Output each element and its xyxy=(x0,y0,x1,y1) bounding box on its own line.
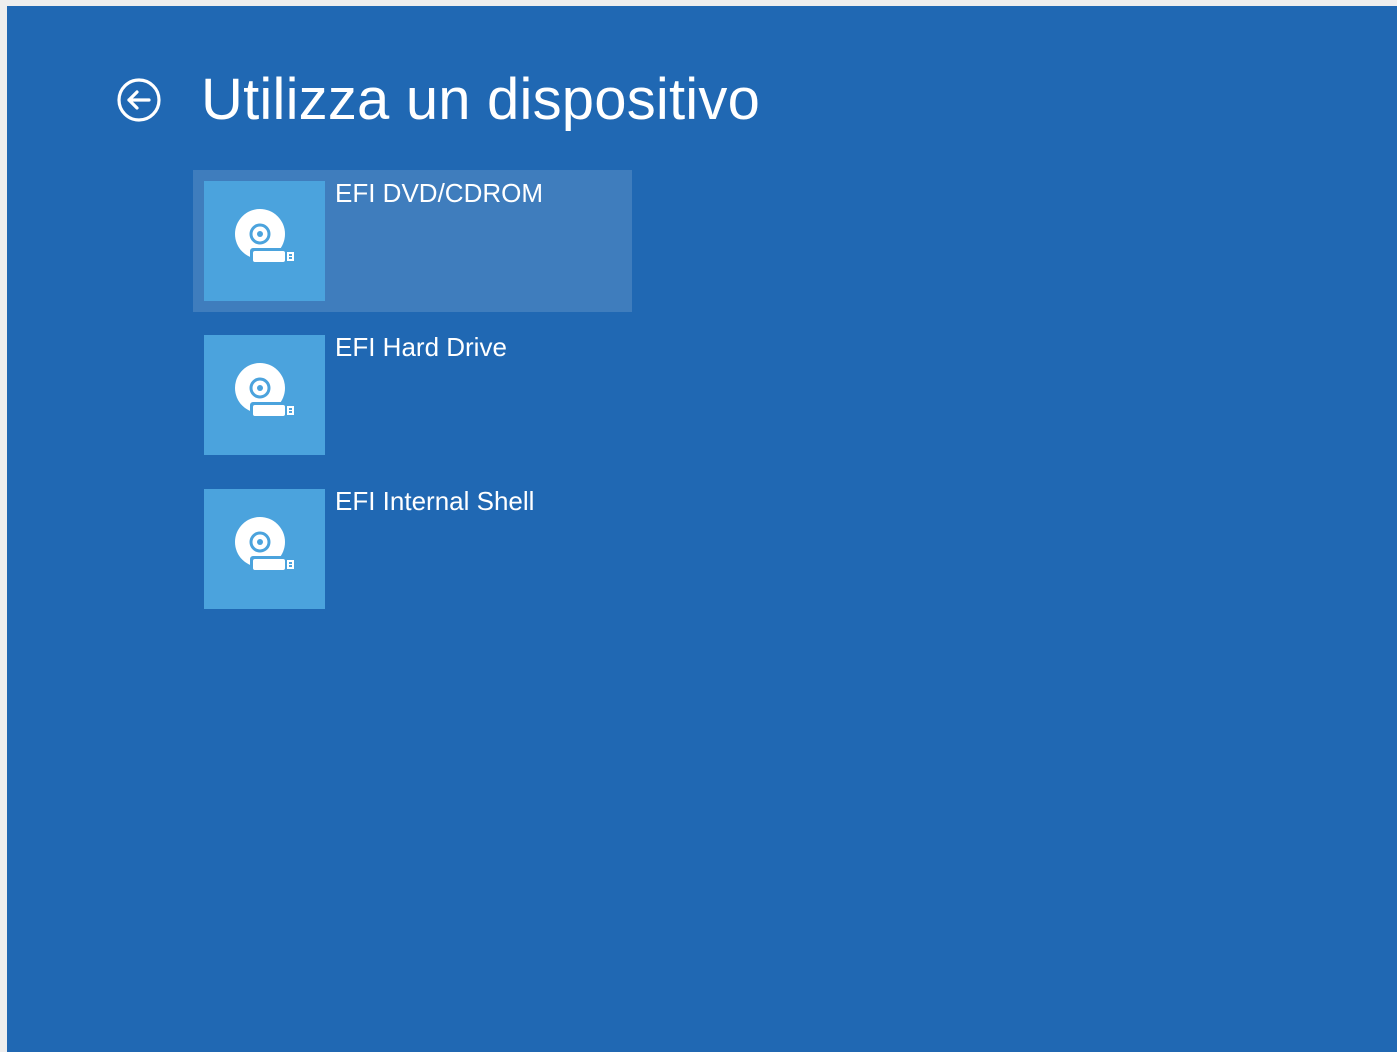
device-tile xyxy=(204,335,325,455)
recovery-screen: Utilizza un dispositivo EFI DVD/CDROM EF… xyxy=(7,6,1397,1052)
device-tile xyxy=(204,489,325,609)
disk-drive-icon xyxy=(233,207,297,276)
page-header: Utilizza un dispositivo xyxy=(115,60,760,140)
back-button[interactable] xyxy=(115,76,163,124)
device-label: EFI Hard Drive xyxy=(335,332,507,362)
device-label: EFI DVD/CDROM xyxy=(335,178,543,208)
disk-drive-icon xyxy=(233,361,297,430)
device-label: EFI Internal Shell xyxy=(335,486,535,516)
device-item-efi-internal-shell[interactable]: EFI Internal Shell xyxy=(193,478,632,620)
device-tile xyxy=(204,181,325,301)
back-arrow-circle-icon xyxy=(116,77,162,123)
page-title: Utilizza un dispositivo xyxy=(201,67,761,132)
disk-drive-icon xyxy=(233,515,297,584)
device-item-efi-hard-drive[interactable]: EFI Hard Drive xyxy=(193,324,632,466)
device-item-efi-dvd-cdrom[interactable]: EFI DVD/CDROM xyxy=(193,170,632,312)
device-list: EFI DVD/CDROM EFI Hard Drive EFI Interna… xyxy=(193,170,632,632)
